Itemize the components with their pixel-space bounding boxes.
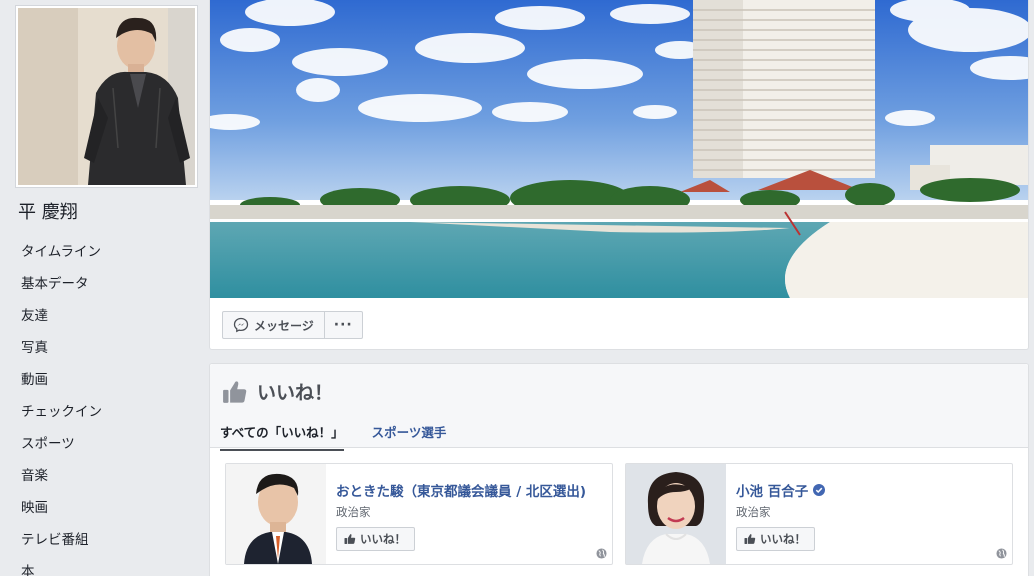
likes-tabs: すべての「いいね！」 スポーツ選手	[220, 422, 474, 451]
cover-card: メッセージ ···	[209, 0, 1029, 350]
liked-page-photo	[626, 464, 726, 564]
tab-athletes[interactable]: スポーツ選手	[372, 422, 447, 451]
liked-page-card: 小池 百合子 政治家 いいね！	[625, 463, 1013, 565]
liked-page-info: おときた駿（東京都議会議員 / 北区選出) 政治家 いいね！	[336, 480, 586, 551]
nav-item-about[interactable]: 基本データ	[0, 268, 200, 300]
globe-icon	[996, 548, 1007, 559]
likes-title-row: いいね！	[222, 378, 333, 405]
like-button[interactable]: いいね！	[336, 527, 415, 551]
message-button-label: メッセージ	[254, 318, 314, 333]
nav-item-friends[interactable]: 友達	[0, 300, 200, 332]
nav-item-checkins[interactable]: チェックイン	[0, 396, 200, 428]
liked-page-name-text: 小池 百合子	[736, 484, 809, 500]
message-button[interactable]: メッセージ	[222, 311, 325, 339]
messenger-icon	[233, 317, 249, 333]
nav-item-music[interactable]: 音楽	[0, 460, 200, 492]
liked-page-thumbnail[interactable]	[626, 464, 726, 564]
thumbs-up-icon	[223, 380, 247, 403]
likes-section: いいね！ すべての「いいね！」 スポーツ選手 おときた駿（東京都議会議員 / 北…	[209, 363, 1029, 576]
nav-item-movies[interactable]: 映画	[0, 492, 200, 524]
like-button[interactable]: いいね！	[736, 527, 815, 551]
thumbs-up-icon	[744, 534, 756, 544]
nav-item-videos[interactable]: 動画	[0, 364, 200, 396]
cover-photo-image	[210, 0, 1028, 298]
liked-page-name[interactable]: おときた駿（東京都議会議員 / 北区選出)	[336, 480, 586, 500]
nav-item-tv[interactable]: テレビ番組	[0, 524, 200, 556]
globe-icon	[596, 548, 607, 559]
liked-page-category: 政治家	[736, 505, 771, 519]
liked-page-thumbnail[interactable]	[226, 464, 326, 564]
nav-item-sports[interactable]: スポーツ	[0, 428, 200, 460]
tab-all-likes[interactable]: すべての「いいね！」	[220, 422, 344, 451]
profile-picture[interactable]	[15, 5, 198, 188]
nav-item-photos[interactable]: 写真	[0, 332, 200, 364]
likes-title: いいね！	[257, 382, 334, 404]
liked-page-category: 政治家	[336, 505, 371, 519]
profile-action-bar: メッセージ ···	[222, 311, 363, 339]
liked-page-card: おときた駿（東京都議会議員 / 北区選出) 政治家 いいね！	[225, 463, 613, 565]
like-button-label: いいね！	[360, 532, 406, 546]
like-button-label: いいね！	[760, 532, 806, 546]
likes-header: いいね！ すべての「いいね！」 スポーツ選手	[210, 364, 1028, 451]
cover-photo[interactable]	[210, 0, 1028, 298]
liked-page-name[interactable]: 小池 百合子	[736, 480, 826, 500]
liked-page-name-text: おときた駿（東京都議会議員 / 北区選出)	[336, 484, 586, 500]
thumbs-up-icon	[344, 534, 356, 544]
nav-item-books[interactable]: 本	[0, 556, 200, 576]
verified-badge-icon	[813, 484, 826, 496]
left-column: 平 慶翔 タイムライン 基本データ 友達 写真 動画 チェックイン スポーツ 音…	[0, 0, 210, 576]
liked-page-photo	[226, 464, 326, 564]
more-options-button[interactable]: ···	[324, 311, 363, 339]
profile-nav: タイムライン 基本データ 友達 写真 動画 チェックイン スポーツ 音楽 映画 …	[0, 236, 200, 576]
profile-name[interactable]: 平 慶翔	[18, 198, 78, 224]
profile-photo-image	[18, 8, 195, 185]
nav-item-timeline[interactable]: タイムライン	[0, 236, 200, 268]
liked-page-info: 小池 百合子 政治家 いいね！	[736, 480, 826, 551]
